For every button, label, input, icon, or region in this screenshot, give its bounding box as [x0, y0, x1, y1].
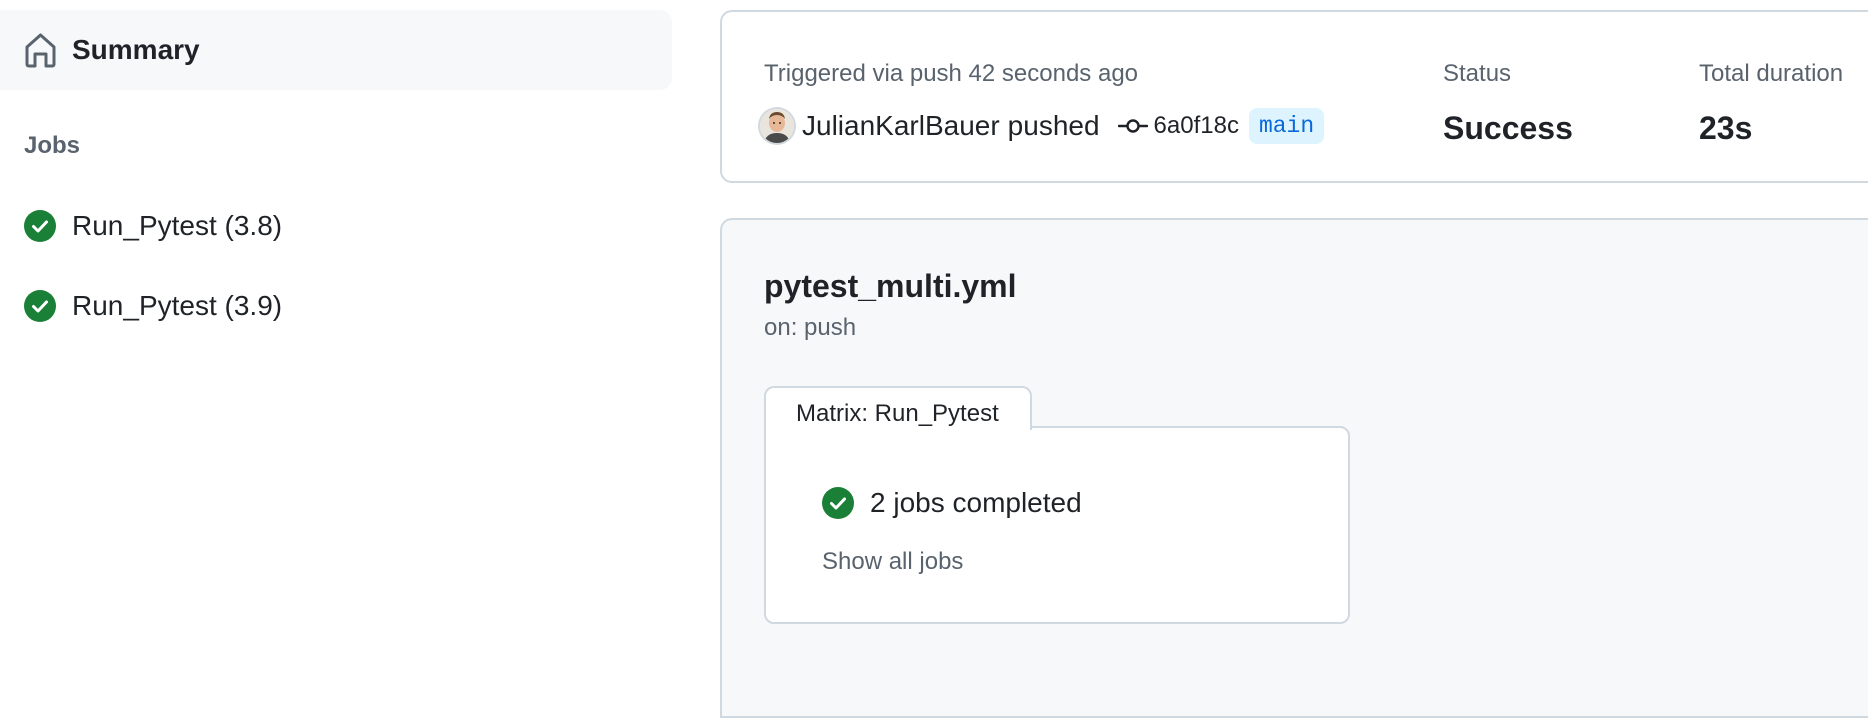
actor-row: JulianKarlBauer pushed 6a0f18c main — [760, 104, 1325, 148]
status-label: Status — [1443, 60, 1512, 87]
completed-text: 2 jobs completed — [870, 487, 1082, 518]
jobs-heading: Jobs — [24, 132, 81, 159]
matrix-completed-row: 2 jobs completed — [822, 486, 1082, 520]
commit-sha-link[interactable]: 6a0f18c — [1154, 112, 1239, 140]
check-circle-fill-icon — [822, 487, 854, 519]
duration-value: 23s — [1699, 110, 1753, 146]
workflow-trigger: on: push — [764, 314, 857, 341]
trigger-text: Triggered via push 42 seconds ago — [764, 60, 1139, 87]
workflow-graph: pytest_multi.yml on: push Matrix: Run_Py… — [720, 218, 1868, 718]
actor-link[interactable]: JulianKarlBauer — [802, 110, 1000, 142]
job-label: Run_Pytest (3.8) — [72, 210, 283, 241]
run-sidebar: Summary Jobs Run_Pytest (3.8) Run_Pytest… — [0, 0, 672, 689]
sidebar-item-summary[interactable]: Summary — [0, 10, 672, 90]
action-text: pushed — [1007, 110, 1100, 141]
sidebar-item-job[interactable]: Run_Pytest (3.9) — [0, 274, 672, 338]
sidebar-item-label: Summary — [72, 34, 200, 65]
git-commit-icon — [1117, 119, 1148, 133]
check-circle-fill-icon — [24, 210, 56, 242]
matrix-tab: Matrix: Run_Pytest — [764, 386, 1032, 430]
home-icon — [25, 33, 56, 68]
workflow-file-link[interactable]: pytest_multi.yml — [764, 266, 1017, 306]
status-value: Success — [1443, 110, 1573, 146]
duration-label: Total duration — [1699, 60, 1844, 87]
matrix-job-group: 2 jobs completed Show all jobs — [764, 426, 1350, 624]
sidebar-item-job[interactable]: Run_Pytest (3.8) — [0, 194, 672, 258]
show-all-jobs-button[interactable]: Show all jobs — [822, 546, 963, 578]
matrix-tab-label: Matrix: Run_Pytest — [796, 400, 999, 427]
job-label: Run_Pytest (3.9) — [72, 290, 283, 321]
branch-badge[interactable]: main — [1248, 108, 1325, 144]
avatar[interactable] — [760, 109, 794, 143]
run-summary-header: Triggered via push 42 seconds ago Julian… — [720, 10, 1868, 183]
check-circle-fill-icon — [24, 290, 56, 322]
